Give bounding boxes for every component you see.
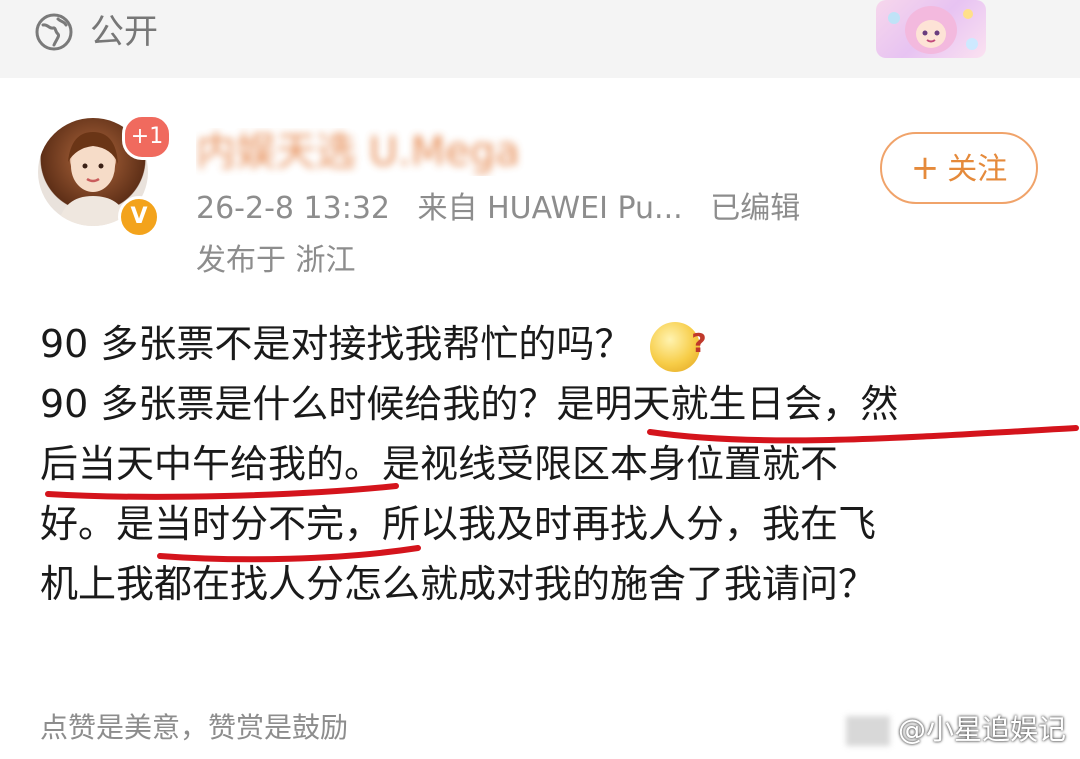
verified-badge-icon: V	[118, 196, 160, 238]
post-line-text: 90 多张票不是对接找我帮忙的吗？	[40, 322, 633, 366]
watermark: @小星追娱记	[846, 710, 1080, 752]
post-line-5: 机上我都在找人分怎么就成对我的施舍了我请问？	[40, 562, 877, 606]
globe-icon	[35, 13, 73, 51]
post-line-2: 90 多张票是什么时候给我的？是明天就生日会，然	[40, 382, 899, 426]
edited-label[interactable]: 已编辑	[710, 191, 800, 226]
post-meta: 26-2-8 13:32 来自 HUAWEI Pu... 已编辑	[196, 188, 818, 230]
author-name[interactable]: 内娱天选 U.Mega	[196, 128, 656, 176]
follow-label: 关注	[947, 152, 1008, 187]
thinking-emoji-icon	[650, 314, 706, 374]
post-timestamp: 26-2-8 13:32	[196, 191, 390, 226]
post-body: 90 多张票不是对接找我帮忙的吗？ 90 多张票是什么时候给我的？是明天就生日会…	[40, 314, 1070, 614]
watermark-blur	[846, 716, 890, 746]
tip-text: 点赞是美意，赞赏是鼓励	[40, 711, 349, 744]
post-location: 发布于 浙江	[196, 243, 356, 278]
plus-icon: +	[910, 148, 940, 188]
avatar-plus-badge: +1	[122, 114, 172, 160]
follow-button[interactable]: + 关注	[880, 132, 1038, 204]
watermark-text: @小星追娱记	[898, 713, 1067, 746]
author-name-text: 内娱天选 U.Mega	[196, 129, 520, 175]
post-source: 来自 HUAWEI Pu...	[417, 191, 683, 226]
post-line-3: 后当天中午给我的。是视线受限区本身位置就不	[40, 442, 839, 486]
visibility-label[interactable]: 公开	[90, 10, 158, 54]
visibility-bar: 公开	[0, 0, 1080, 78]
decorative-sticker	[876, 0, 986, 58]
post-line-1: 90 多张票不是对接找我帮忙的吗？	[40, 314, 1070, 374]
post-line-4: 好。是当时分不完，所以我及时再找人分，我在飞	[40, 502, 877, 546]
